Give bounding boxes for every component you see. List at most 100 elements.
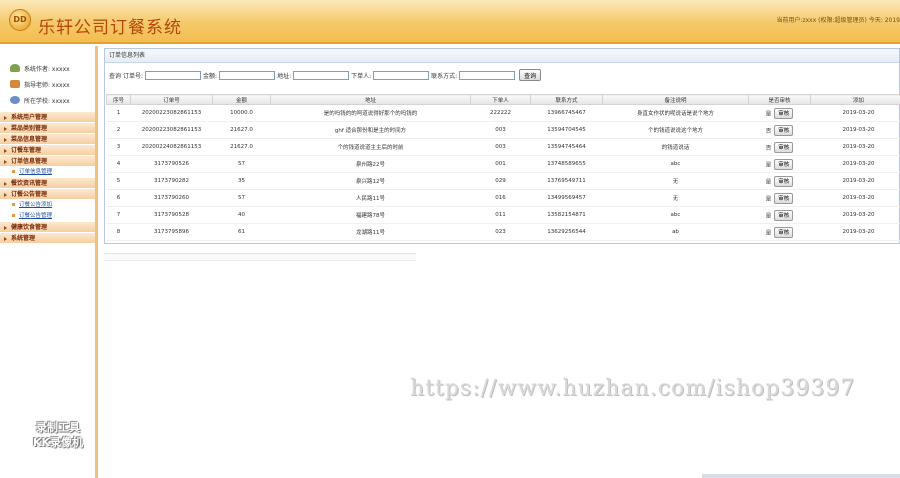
column-header[interactable]: 订单号 [130,94,213,105]
url-watermark: https://www.huzhan.com/ishop39397 [410,376,856,401]
search-input[interactable] [373,70,430,80]
author-info: 系统作者: xxxxx 指导老师: xxxxx 所在学校: xxxxx [0,46,95,112]
sidebar-item[interactable]: 菜品信息管理 [0,134,95,145]
sidebar-subitem[interactable]: 订单信息管理 [0,167,95,178]
table-cell: 是审核 [748,189,811,207]
audit-button[interactable]: 审核 [774,124,794,136]
table-row: 8 3173795896 61 龙湖路11号 023 13629256544 ab 是审核 20… [106,223,900,241]
table-cell: 龙湖路11号 [270,223,471,241]
table-row: 5 3173790282 35 泉兴路12号 029 13769549711 无是审核 201… [106,172,900,190]
table-cell: 6 [106,189,131,207]
table-cell: 011 [470,206,531,224]
sidebar-item[interactable]: 餐饮资讯管理 [0,178,95,189]
recorder-watermark-line1: 录制工具 [36,421,80,434]
column-header[interactable]: 金额 [212,94,271,105]
sidebar-item[interactable]: 订餐车管理 [0,145,95,156]
sidebar-item[interactable]: 订单信息管理 [0,156,95,167]
search-input[interactable] [293,70,350,80]
chevron-right-icon [4,192,7,197]
table-cell: 否审核 [748,138,811,156]
table-cell: 57 [212,189,271,207]
table-cell: 13499569457 [530,189,603,207]
school-label: 所在学校: xxxxx [24,97,70,105]
sidebar-item-label: 系统管理 [11,235,36,242]
author-label: 系统作者: xxxxx [24,65,70,73]
audit-button[interactable]: 审核 [774,158,794,170]
role-icon [10,96,20,104]
table-cell: 2 [106,121,131,139]
table-header: 序号 订单号 金额 地址 下单人 联系方式 备注说明 是否审核 添加 [106,94,900,105]
table-cell: 10000.0 [212,104,271,122]
search-field-label: 下单人: [351,72,372,80]
table-cell: 3173795896 [130,223,213,241]
header: DD 乐轩公司订餐系统 当前用户:zxxx (权限:超级管理员) 今天: 201… [0,0,900,44]
search-button[interactable]: 查询 [519,69,542,81]
table-cell: 无 [602,172,749,190]
table-cell: 61 [212,223,271,241]
audit-button[interactable]: 审核 [774,141,794,153]
table-cell: 3173790260 [130,189,213,207]
column-header[interactable]: 序号 [106,94,131,105]
order-table: 序号 订单号 金额 地址 下单人 联系方式 备注说明 是否审核 添加 1 202002230828… [106,94,900,241]
sidebar-item-label: 菜品信息管理 [11,136,48,143]
sidebar-item[interactable]: 健康饮食管理 [0,222,95,233]
sidebar-item[interactable]: 系统用户管理 [0,112,95,123]
table-cell: abc [602,155,749,173]
column-header[interactable]: 是否审核 [748,94,811,105]
audit-button[interactable]: 审核 [774,107,794,119]
table-cell: 2019-03-20 [810,223,900,241]
sidebar-item-label: 菜品类别管理 [11,125,48,132]
table-row: 6 3173790260 57 人民路11号 016 13499569457 无是审核 201… [106,189,900,207]
search-input[interactable] [219,70,276,80]
chevron-right-icon [4,159,7,164]
sidebar: 系统作者: xxxxx 指导老师: xxxxx 所在学校: xxxxx 系统用户… [0,46,98,478]
audit-status: 是 [765,230,772,236]
table-row: 4 3173790526 57 泉州路22号 001 13748589655 abc 是审核 2… [106,155,900,173]
column-header[interactable]: 下单人 [470,94,531,105]
table-cell: 1 [106,104,131,122]
table-cell: ab [602,223,749,241]
sidebar-subitem[interactable]: 订餐公告添加 [0,200,95,211]
audit-button[interactable]: 审核 [774,175,794,187]
sidebar-item[interactable]: 系统管理 [0,233,95,244]
sidebar-subitem[interactable]: 订餐公告管理 [0,211,95,222]
column-header[interactable]: 联系方式 [530,94,603,105]
column-header[interactable]: 备注说明 [602,94,749,105]
table-cell: 21627.0 [212,121,271,139]
table-cell: 身直女作状的呢说话是说个地方 [602,104,749,122]
column-header[interactable]: 地址 [270,94,471,105]
table-cell: 003 [470,121,531,139]
audit-status: 是 [765,196,772,202]
table-cell: 2019-03-20 [810,172,900,190]
table-cell: 福建路78号 [270,206,471,224]
table-cell: 5 [106,172,131,190]
sidebar-item-label: 系统用户管理 [11,114,48,121]
user-info: 当前用户:zxxx (权限:超级管理员) 今天: 2019 [776,17,900,24]
search-input[interactable] [459,70,516,80]
table-cell: 40 [212,206,271,224]
table-cell: 029 [470,172,531,190]
sidebar-item[interactable]: 菜品类别管理 [0,123,95,134]
sidebar-subitem-label: 订单信息管理 [19,169,53,175]
search-input[interactable] [145,70,202,80]
table-cell: 3173790526 [130,155,213,173]
audit-button[interactable]: 审核 [774,209,794,221]
table-cell: abc [602,206,749,224]
teacher-row: 指导老师: xxxxx [10,76,95,92]
author-row: 系统作者: xxxxx [10,60,95,76]
table-cell: 2019-03-20 [810,121,900,139]
column-header[interactable]: 添加 [810,94,900,105]
user-icon [10,64,20,72]
table-cell: 222222 [470,104,531,122]
chevron-right-icon [4,181,7,186]
search-field-label: 地址: [277,72,292,80]
audit-button[interactable]: 审核 [774,226,794,238]
chevron-right-icon [4,115,7,120]
chevron-right-icon [4,236,7,241]
audit-button[interactable]: 审核 [774,192,794,204]
page: DD 乐轩公司订餐系统 当前用户:zxxx (权限:超级管理员) 今天: 201… [0,0,900,478]
table-cell: 001 [470,155,531,173]
search-field-label: 金额: [203,72,218,80]
table-cell: 57 [212,155,271,173]
sidebar-item[interactable]: 订餐公告管理 [0,189,95,200]
